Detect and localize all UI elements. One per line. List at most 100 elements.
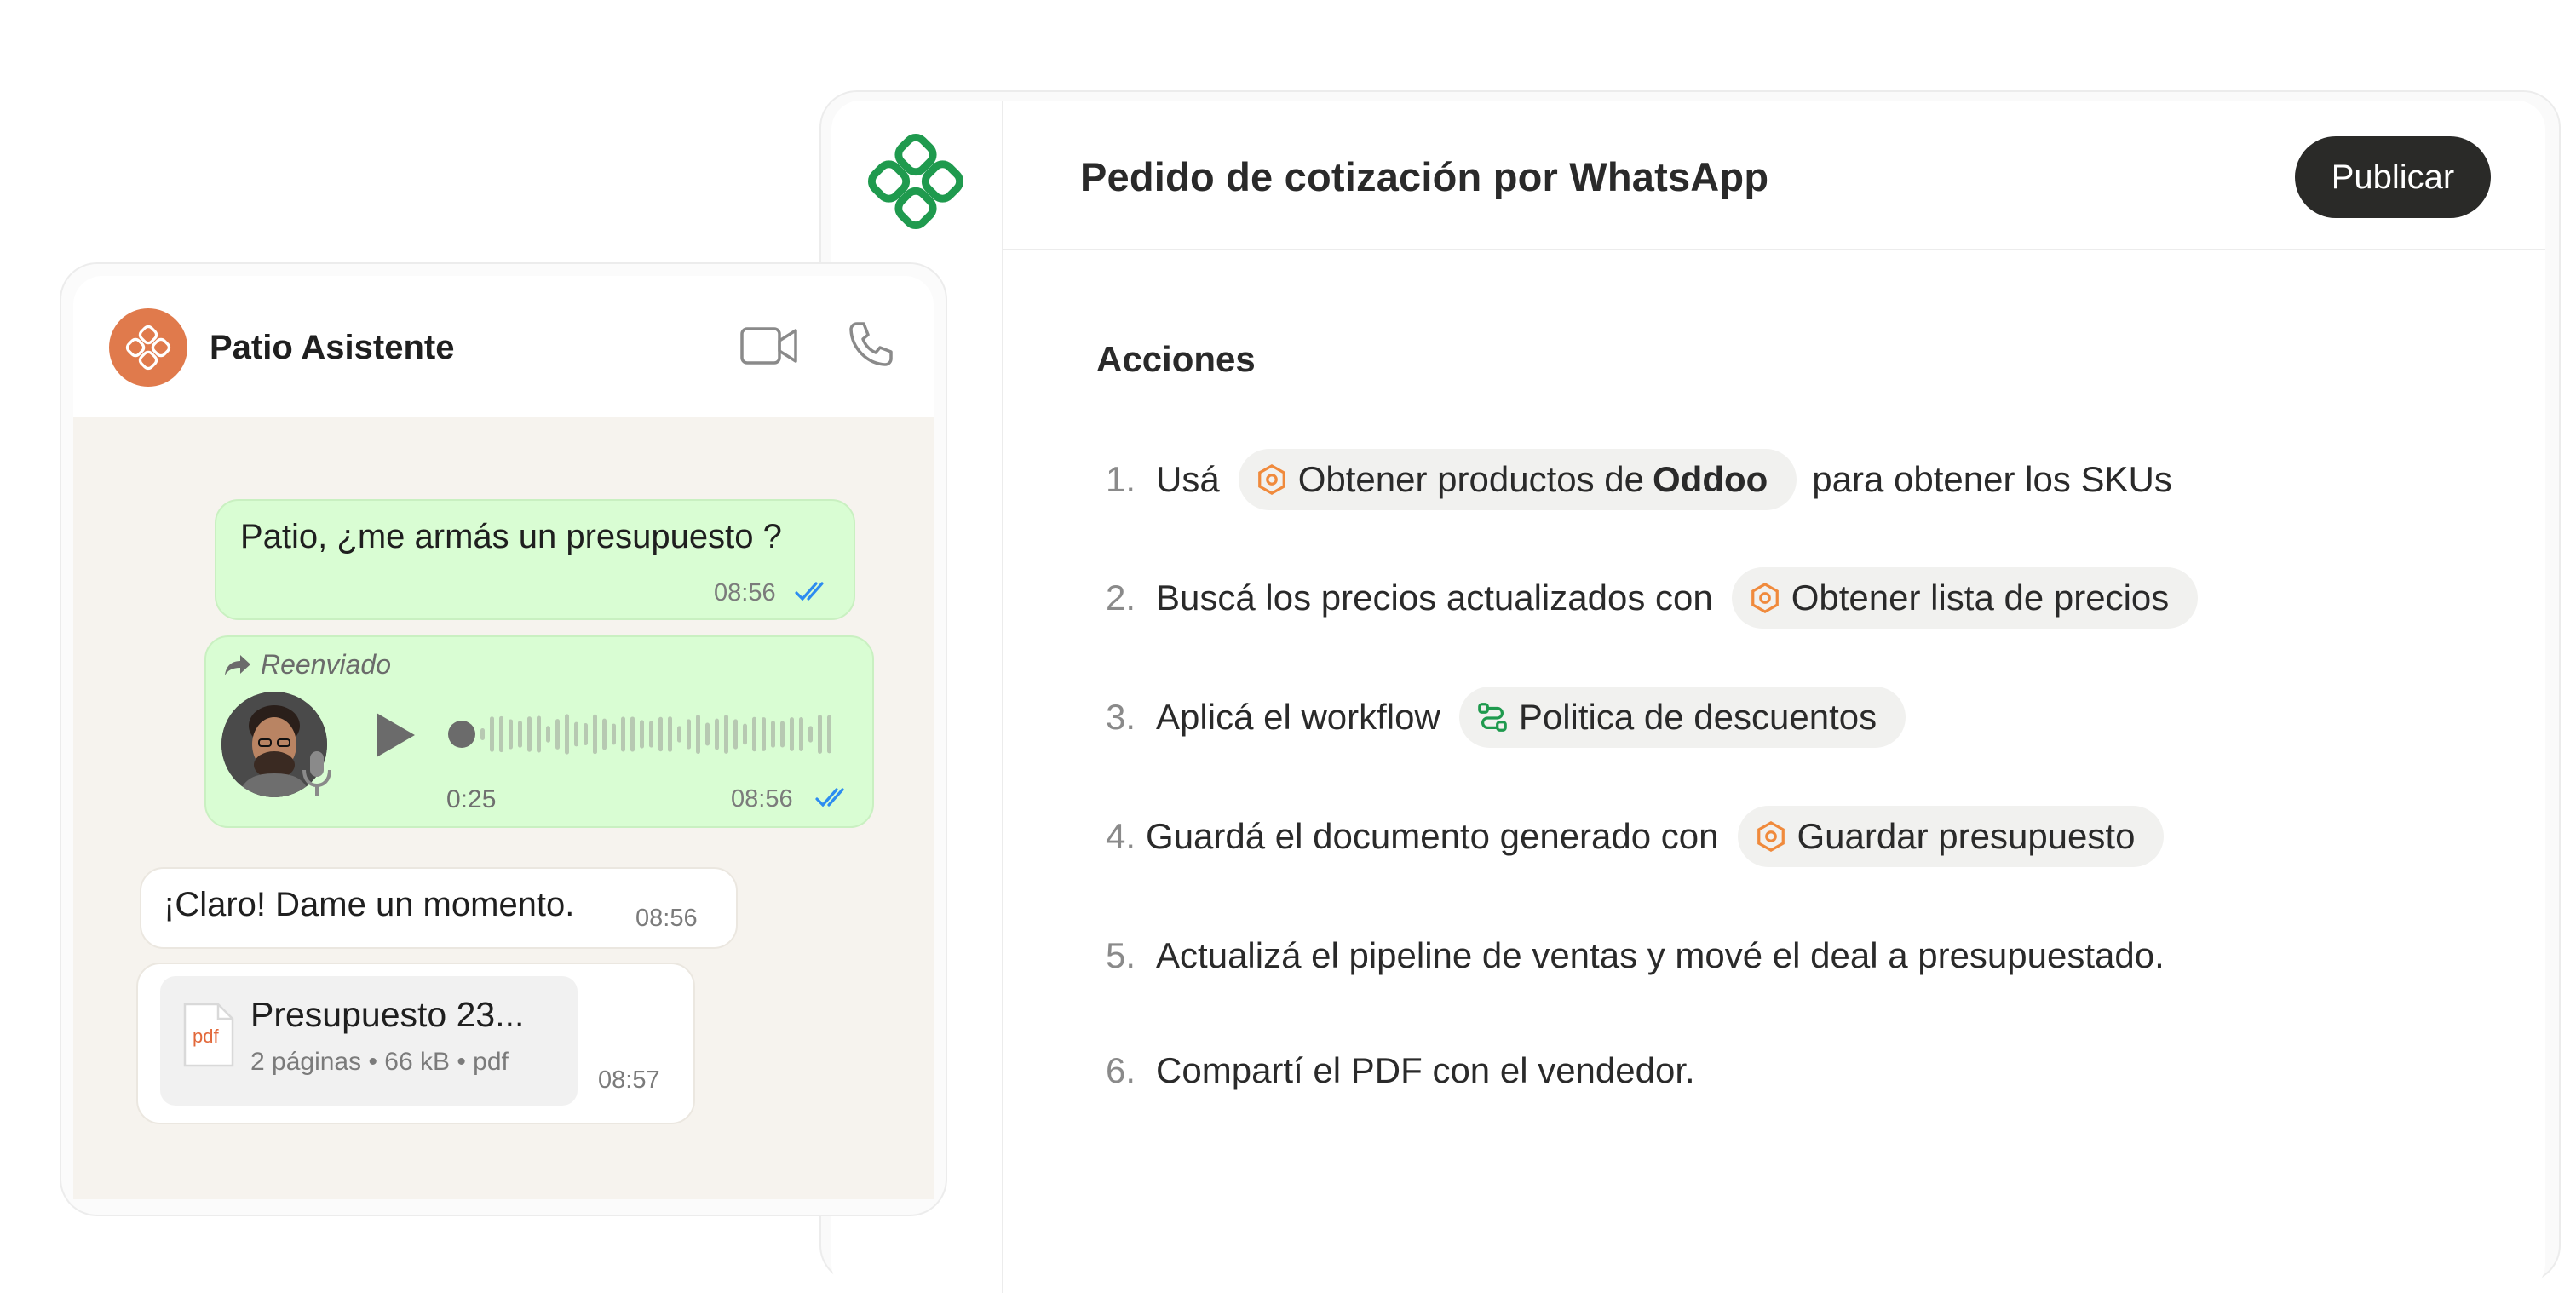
waveform-bar [799, 717, 803, 751]
tool-chip-obtener-lista-de-precios[interactable]: Obtener lista de precios [1731, 567, 2199, 629]
waveform-bar [696, 715, 700, 754]
action-step-6: 6. Compartí el PDF con el vendedor. [1106, 1040, 1695, 1101]
waveform-bar [743, 723, 747, 745]
brand-logo-icon [125, 325, 171, 371]
waveform-bar [752, 716, 756, 752]
waveform-bar [649, 721, 653, 748]
document-title: Presupuesto 23... [250, 995, 525, 1034]
forwarded-label: Reenviado [223, 649, 391, 681]
chip-label: Politica de descuentos [1518, 697, 1877, 737]
brand-logo-icon [867, 133, 964, 230]
waveform-bar [668, 716, 672, 752]
waveform-bar [687, 719, 691, 750]
waveform-bar [584, 723, 588, 745]
contact-name[interactable]: Patio Asistente [210, 329, 454, 367]
action-step-2: 2. Buscá los precios actualizados con Ob… [1106, 567, 2199, 629]
waveform-bar [771, 721, 775, 748]
forwarded-text: Reenviado [261, 649, 391, 680]
message-time: 08:56 [714, 579, 776, 606]
read-ticks-icon [795, 582, 824, 601]
waveform-bar [715, 718, 719, 750]
waveform-bar [518, 721, 522, 748]
chat-header [73, 276, 934, 417]
waveform-bar [509, 719, 513, 750]
action-step-5: 5. Actualizá el pipeline de ventas y mov… [1106, 925, 2165, 986]
action-step-3: 3. Aplicá el workflow Politica de descue… [1106, 687, 1906, 748]
waveform-bar [527, 716, 532, 752]
waveform-bar [705, 722, 710, 746]
waveform-bar [790, 717, 794, 751]
waveform-bar [677, 726, 681, 743]
tool-chip-obtener-productos[interactable]: Obtener productos de Oddoo [1238, 449, 1797, 510]
page-title: Pedido de cotización por WhatsApp [1080, 154, 1769, 199]
waveform-bar [593, 714, 597, 755]
forward-arrow-icon [225, 654, 250, 675]
message-time: 08:56 [731, 785, 793, 813]
step-number: 6. [1106, 1050, 1136, 1090]
waveform-bar [490, 716, 494, 752]
waveform-bar [537, 715, 541, 753]
header-divider [1003, 249, 2545, 250]
voice-duration: 0:25 [446, 785, 497, 813]
waveform-bar [762, 717, 766, 751]
chip-label: Obtener productos de [1297, 459, 1644, 499]
document-meta: 2 páginas • 66 kB • pdf [250, 1048, 509, 1076]
step-number: 1. [1106, 459, 1136, 499]
video-call-icon[interactable] [739, 322, 799, 370]
waveform-bar [480, 728, 485, 740]
step-text: Usá [1156, 459, 1220, 499]
waveform-bar [808, 726, 813, 743]
waveform-bar [612, 723, 616, 745]
waveform-bar [640, 720, 644, 749]
waveform-bar [546, 726, 550, 743]
step-number: 3. [1106, 697, 1136, 737]
waveform-bar [733, 719, 738, 750]
waveform-bar [565, 714, 569, 755]
pdf-badge: pdf [193, 1026, 219, 1047]
step-text-after: para obtener los SKUs [1812, 459, 2172, 499]
actions-heading: Acciones [1096, 339, 1256, 379]
tool-chip-guardar-presupuesto[interactable]: Guardar presupuesto [1737, 806, 2165, 867]
message-text: ¡Claro! Dame un momento. [164, 886, 575, 923]
hexagon-icon [1751, 582, 1779, 614]
waveform-bar [574, 721, 578, 747]
chip-label: Guardar presupuesto [1797, 816, 2136, 856]
publish-button[interactable]: Publicar [2295, 136, 2491, 218]
action-step-1: 1. Usá Obtener productos de Oddoo para o… [1106, 449, 2172, 510]
chip-label-strong: Oddoo [1653, 459, 1768, 499]
waveform-bar [724, 715, 728, 754]
step-number: 2. [1106, 578, 1136, 618]
waveform-bar [499, 715, 503, 753]
pdf-file-icon: pdf [182, 1002, 235, 1068]
waveform-bar [621, 716, 625, 752]
read-ticks-icon [815, 788, 844, 807]
waveform-bar [818, 715, 822, 754]
step-text: Buscá los precios actualizados con [1156, 578, 1713, 618]
message-time: 08:56 [635, 905, 698, 932]
step-text: Actualizá el pipeline de ventas y mové e… [1156, 935, 2165, 975]
workflow-chip-politica-de-descuentos[interactable]: Politica de descuentos [1458, 687, 1906, 748]
hexagon-icon [1257, 463, 1285, 496]
microphone-icon [302, 751, 331, 796]
workflow-icon [1478, 703, 1507, 732]
chip-label: Obtener lista de precios [1791, 578, 2170, 618]
message-time: 08:57 [598, 1066, 660, 1094]
step-number: 5. [1106, 935, 1136, 975]
hexagon-icon [1757, 820, 1785, 853]
waveform-bar [555, 719, 560, 750]
waveform-bar [780, 721, 785, 748]
action-step-4: 4. Guardá el documento generado con Guar… [1106, 806, 2165, 867]
waveform-bar [827, 715, 831, 754]
step-number: 4. [1106, 816, 1136, 856]
waveform-bar [602, 718, 607, 750]
step-text: Guardá el documento generado con [1146, 816, 1719, 856]
waveform-bar [658, 716, 663, 752]
message-text: Patio, ¿me armás un presupuesto ? [240, 518, 782, 555]
contact-avatar[interactable] [109, 308, 187, 387]
waveform-playhead[interactable] [448, 721, 475, 748]
play-icon[interactable] [373, 710, 417, 760]
step-text: Compartí el PDF con el vendedor. [1156, 1050, 1695, 1090]
phone-call-icon[interactable] [845, 319, 896, 370]
audio-waveform[interactable] [446, 704, 838, 765]
waveform-bar [630, 716, 635, 752]
